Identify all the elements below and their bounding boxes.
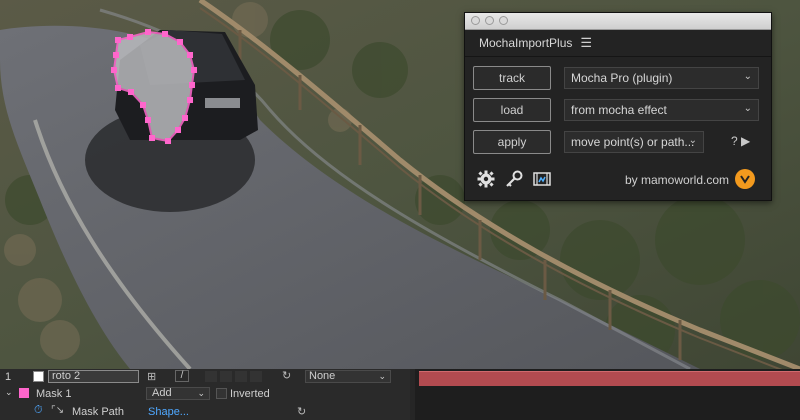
gear-icon[interactable] xyxy=(475,168,497,190)
track-button[interactable]: track xyxy=(473,66,551,90)
key-icon[interactable] xyxy=(503,168,525,190)
quality-switch-icon[interactable]: / xyxy=(175,370,189,382)
hamburger-menu-icon[interactable]: ☰ xyxy=(580,35,592,51)
load-source-value: from mocha effect xyxy=(571,103,667,117)
close-window-button[interactable] xyxy=(471,16,480,25)
chevron-down-icon: ⌄ xyxy=(743,71,752,82)
chevron-down-icon: ⌄ xyxy=(378,371,386,381)
mask-path-label: Mask Path xyxy=(72,406,124,418)
apply-row: apply move point(s) or path... ⌄ ? ▶ xyxy=(473,130,761,156)
chevron-down-icon: ⌄ xyxy=(197,388,205,398)
switch-cell[interactable] xyxy=(205,371,217,382)
pickwhip-spiral-icon[interactable]: ↻ xyxy=(297,405,306,418)
film-clip-icon[interactable] xyxy=(531,168,553,190)
layer-name-field[interactable]: roto 2 xyxy=(48,370,139,383)
inverted-checkbox[interactable] xyxy=(216,388,227,399)
pickwhip-spiral-icon[interactable]: ↻ xyxy=(282,369,291,382)
switch-cell[interactable] xyxy=(220,371,232,382)
mask-name[interactable]: Mask 1 xyxy=(36,388,71,400)
tracker-select-value: Mocha Pro (plugin) xyxy=(571,71,673,85)
apply-mode-select[interactable]: move point(s) or path... ⌄ xyxy=(564,131,704,153)
apply-mode-value: move point(s) or path... xyxy=(571,135,695,149)
timeline-track-area[interactable] xyxy=(415,369,800,420)
mask-color-swatch[interactable] xyxy=(19,388,29,398)
help-play-button[interactable]: ? ▶ xyxy=(731,134,750,148)
zoom-window-button[interactable] xyxy=(499,16,508,25)
credit-link[interactable]: by mamoworld.com xyxy=(625,173,729,187)
graph-icon[interactable]: ⌜↘ xyxy=(51,405,64,416)
apply-button[interactable]: apply xyxy=(473,130,551,154)
expand-arrow-icon[interactable]: ⌄ xyxy=(5,387,13,398)
timeline-panel: 1 roto 2 ⊞ / ↻ None ⌄ ⌄ Mask 1 Add ⌄ Inv… xyxy=(0,369,800,420)
stopwatch-icon[interactable]: ⏱ xyxy=(34,404,43,417)
layer-number: 1 xyxy=(5,371,12,383)
mask-path-value[interactable]: Shape... xyxy=(148,406,189,418)
mamoworld-logo-icon[interactable] xyxy=(735,169,755,189)
panel-title: MochaImportPlus xyxy=(479,36,573,50)
load-row: load from mocha effect ⌄ xyxy=(473,98,761,124)
mask-mode-value: Add xyxy=(152,387,172,399)
minimize-window-button[interactable] xyxy=(485,16,494,25)
parent-value: None xyxy=(309,370,336,382)
chevron-down-icon: ⌄ xyxy=(688,135,697,146)
panel-header: MochaImportPlus ☰ xyxy=(465,30,771,57)
mask-path-row[interactable]: ⏱ ⌜↘ Mask Path Shape... ↻ xyxy=(0,404,410,420)
parent-select[interactable]: None ⌄ xyxy=(305,370,391,383)
switch-cell[interactable] xyxy=(250,371,262,382)
load-source-select[interactable]: from mocha effect ⌄ xyxy=(564,99,759,121)
chevron-down-icon: ⌄ xyxy=(743,103,752,114)
layer-duration-bar[interactable] xyxy=(419,371,800,386)
mask-mode-select[interactable]: Add ⌄ xyxy=(146,387,210,400)
layer-controls: 1 roto 2 ⊞ / ↻ None ⌄ ⌄ Mask 1 Add ⌄ Inv… xyxy=(0,369,410,420)
track-row: track Mocha Pro (plugin) ⌄ xyxy=(473,66,761,92)
mocha-import-plus-panel: MochaImportPlus ☰ track Mocha Pro (plugi… xyxy=(464,12,772,201)
layer-row[interactable]: 1 roto 2 ⊞ / ↻ None ⌄ xyxy=(0,369,410,385)
layer-color-swatch[interactable] xyxy=(33,371,44,382)
mask-row[interactable]: ⌄ Mask 1 Add ⌄ Inverted xyxy=(0,386,410,402)
inverted-label: Inverted xyxy=(230,388,270,400)
panel-footer: by mamoworld.com xyxy=(473,168,763,192)
switch-cell[interactable] xyxy=(235,371,247,382)
load-button[interactable]: load xyxy=(473,98,551,122)
window-titlebar xyxy=(465,13,771,30)
tracker-select[interactable]: Mocha Pro (plugin) ⌄ xyxy=(564,67,759,89)
anchor-shy-icon[interactable]: ⊞ xyxy=(147,370,156,383)
